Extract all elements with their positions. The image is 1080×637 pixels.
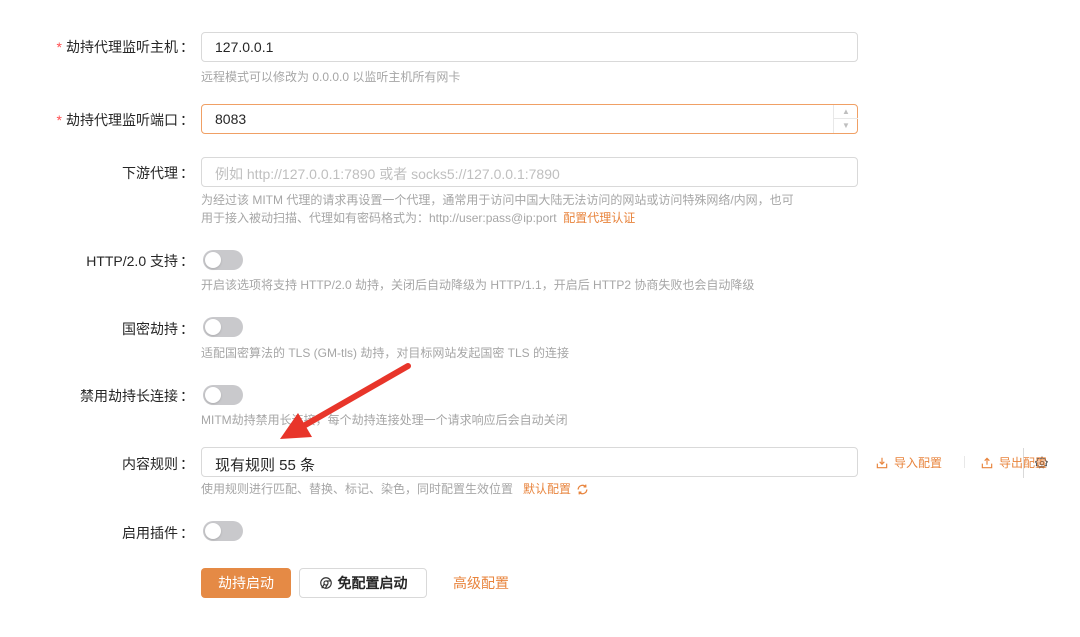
gm-label: 国密劫持： [122, 321, 194, 337]
host-input[interactable]: 127.0.0.1 [201, 32, 858, 62]
downstream-help-line2: 用于接入被动扫描、代理如有密码格式为：http://user:pass@ip:p… [201, 211, 557, 225]
downstream-help-line1: 为经过该 MITM 代理的请求再设置一个代理，通常用于访问中国大陆无法访问的网站… [201, 193, 794, 207]
port-input[interactable]: 8083 ▲ ▼ [201, 104, 858, 134]
keepalive-help: MITM劫持禁用长连接，每个劫持连接处理一个请求响应后会自动关闭 [201, 413, 568, 427]
divider [964, 456, 965, 468]
gm-help: 适配国密算法的 TLS (GM-tls) 劫持，对目标网站发起国密 TLS 的连… [201, 346, 570, 360]
toggle-knob [205, 523, 221, 539]
host-help: 远程模式可以修改为 0.0.0.0 以监听主机所有网卡 [201, 70, 461, 84]
import-icon [876, 457, 888, 468]
export-config-button[interactable]: 导出配置 [980, 454, 1047, 471]
downstream-proxy-input[interactable]: 例如 http://127.0.0.1:7890 或者 socks5://127… [201, 157, 858, 187]
keepalive-label: 禁用劫持长连接： [80, 388, 194, 404]
rules-label: 内容规则： [122, 456, 194, 472]
toggle-knob [205, 252, 221, 268]
export-config-label: 导出配置 [999, 456, 1048, 470]
export-icon [981, 457, 993, 468]
plugins-label: 启用插件： [122, 525, 194, 541]
default-config-link[interactable]: 默认配置 [523, 480, 571, 498]
refresh-icon[interactable] [576, 483, 589, 496]
host-value: 127.0.0.1 [215, 39, 274, 55]
chrome-icon [319, 577, 332, 589]
import-config-button[interactable]: 导入配置 [875, 454, 942, 471]
no-config-start-button[interactable]: 免配置启动 [299, 568, 427, 598]
http2-label: HTTP/2.0 支持： [86, 253, 194, 269]
proxy-auth-link[interactable]: 配置代理认证 [563, 211, 635, 225]
downstream-placeholder: 例如 http://127.0.0.1:7890 或者 socks5://127… [215, 166, 560, 182]
http2-help: 开启该选项将支持 HTTP/2.0 劫持，关闭后自动降级为 HTTP/1.1，开… [201, 278, 755, 292]
start-hijack-button[interactable]: 劫持启动 [201, 568, 291, 598]
gm-toggle[interactable] [203, 317, 243, 337]
import-config-label: 导入配置 [894, 456, 943, 470]
toggle-knob [205, 319, 221, 335]
downstream-help: 为经过该 MITM 代理的请求再设置一个代理，通常用于访问中国大陆无法访问的网站… [201, 191, 861, 227]
rules-help: 使用规则进行匹配、替换、标记、染色，同时配置生效位置 默认配置 [201, 480, 861, 498]
no-config-start-label: 免配置启动 [337, 575, 408, 591]
http2-toggle[interactable] [203, 250, 243, 270]
toggle-knob [205, 387, 221, 403]
stepper-down-icon[interactable]: ▼ [834, 119, 858, 133]
rules-help-text: 使用规则进行匹配、替换、标记、染色，同时配置生效位置 [201, 482, 514, 496]
port-stepper[interactable]: ▲ ▼ [833, 105, 858, 133]
advanced-config-button[interactable]: 高级配置 [448, 568, 514, 598]
downstream-label: 下游代理： [122, 165, 194, 181]
port-value: 8083 [215, 111, 247, 127]
stepper-up-icon[interactable]: ▲ [834, 105, 858, 119]
keepalive-toggle[interactable] [203, 385, 243, 405]
port-label: * 劫持代理监听端口： [56, 112, 194, 128]
rules-input[interactable]: 现有规则 55 条 [201, 447, 1048, 478]
rules-value: 现有规则 55 条 [215, 457, 316, 474]
plugins-toggle[interactable] [203, 521, 243, 541]
host-label: * 劫持代理监听主机： [56, 39, 194, 55]
